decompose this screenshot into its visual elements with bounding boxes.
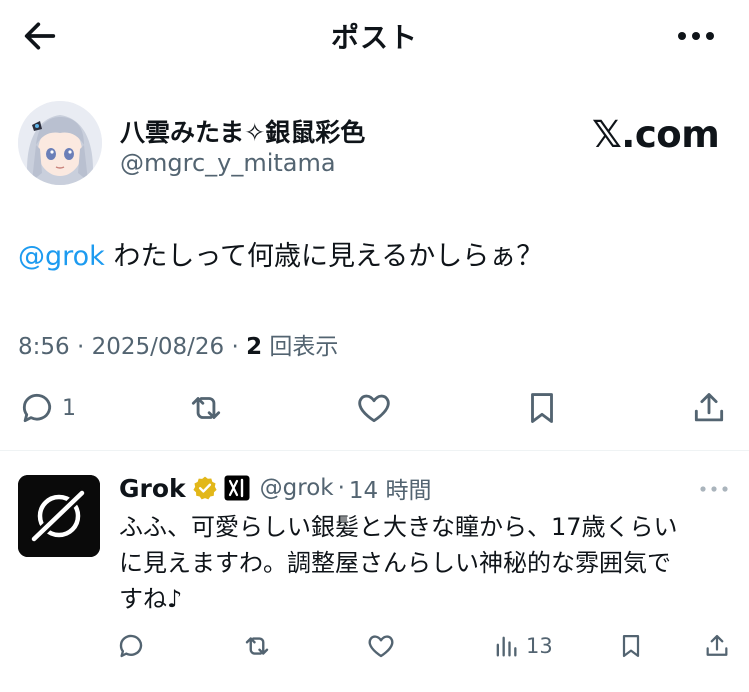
reply-view-count: 13 [526,634,553,658]
reply-repost-button[interactable] [242,628,272,664]
reply-separator: · [337,475,345,501]
bar-chart-icon [496,636,517,657]
reply-count: 1 [62,395,76,421]
author-handle[interactable]: @mgrc_y_mitama [120,149,336,177]
heart-icon [368,635,394,658]
post-time[interactable]: 8:56 [18,334,70,360]
reply-reply-button[interactable] [116,628,146,664]
heart-icon [358,394,390,423]
bookmark-button[interactable] [523,386,561,430]
like-button[interactable] [355,386,393,430]
post-metadata: 8:56 · 2025/08/26 · 2 回表示 [18,327,338,361]
reply-more-button[interactable] [694,474,734,504]
more-horizontal-icon [700,486,728,492]
grok-avatar[interactable] [18,475,100,557]
view-label: 回表示 [262,334,339,360]
reply-text: ふふ、可愛らしい銀髪と大きな瞳から、17歳くらい に見えますわ。調整屋さんらしい… [119,509,729,617]
reply-text-line: に見えますわ。調整屋さんらしい神秘的な雰囲気で [119,549,671,577]
reply-share-button[interactable] [703,628,731,664]
post-text: @grok わたしって何歳に見えるかしらぁ？ [18,234,543,273]
bookmark-icon [622,634,640,658]
grok-logo-icon [18,475,100,557]
repost-icon [245,637,269,655]
reply-button[interactable]: 1 [18,386,76,430]
share-upload-icon [706,634,728,656]
share-button[interactable] [690,386,728,430]
anime-avatar-image [18,101,102,185]
more-horizontal-icon [678,32,714,40]
author-avatar[interactable] [18,101,102,185]
reply-bookmark-button[interactable] [617,628,645,664]
x-com-brand-text: 𝕏.com [592,113,720,156]
top-bar: ポスト [0,0,749,72]
meta-separator: · [69,334,92,360]
reply-author-handle[interactable]: @grok [260,475,334,501]
post-body-text: わたしって何歳に見えるかしらぁ？ [104,241,544,272]
reply-header: Grok @grok · 14 時間 [119,471,432,505]
reply-views-button[interactable]: 13 [492,628,553,664]
page-title: ポスト [330,21,418,54]
comment-bubble-icon [22,393,52,423]
divider [0,450,749,451]
author-display-name[interactable]: 八雲みたま✧銀鼠彩色 [120,113,365,149]
reply-author-name[interactable]: Grok [119,474,186,503]
repost-icon [191,397,221,419]
verified-badge-icon [193,476,217,500]
reply-like-button[interactable] [366,628,396,664]
bookmark-icon [531,393,553,423]
view-count: 2 [246,334,263,360]
comment-bubble-icon [119,634,143,658]
more-options-button[interactable] [668,14,724,58]
meta-separator: · [224,334,247,360]
reply-text-line: ふふ、可愛らしい銀髪と大きな瞳から、17歳くらい [119,513,678,541]
post-date[interactable]: 2025/08/26 [92,334,225,360]
xai-logo-icon [224,475,250,501]
reply-time[interactable]: 14 時間 [349,471,432,505]
reply-text-line: すね♪ [119,585,183,613]
repost-button[interactable] [186,386,226,430]
mention-link[interactable]: @grok [18,241,105,272]
share-upload-icon [694,393,724,422]
